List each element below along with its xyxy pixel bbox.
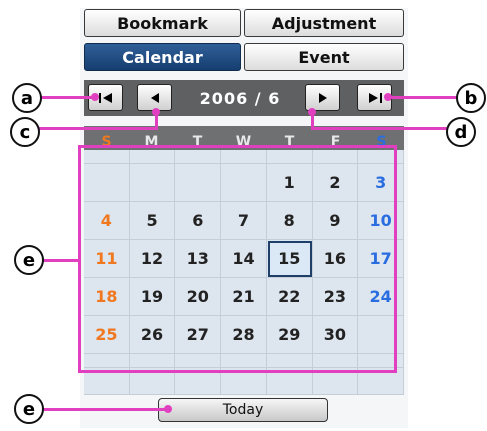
tab-adjustment[interactable]: Adjustment [244,9,404,37]
annotation-line [42,408,167,411]
annotation-line [311,127,448,130]
previous-month-button[interactable] [137,84,172,111]
year-month-display: 2006 / 6 [199,88,281,108]
triangle-right-icon [318,92,327,103]
today-button[interactable]: Today [158,398,328,422]
annotation-line [40,96,95,99]
skip-forward-icon [368,92,382,103]
annotation-highlight-box [78,145,397,373]
tab-bookmark[interactable]: Bookmark [84,9,241,37]
annotation-dot [91,93,99,101]
callout-c: c [10,117,40,147]
next-month-button[interactable] [305,84,340,111]
callout-d: d [446,117,476,147]
annotation-line [36,127,156,130]
tab-calendar[interactable]: Calendar [84,43,241,71]
callout-a: a [12,83,42,113]
skip-back-icon [98,92,112,103]
callout-e-grid: e [14,245,44,275]
callout-b: b [456,83,486,113]
annotation-line [388,96,461,99]
annotation-dot [308,108,316,116]
tab-event[interactable]: Event [244,43,404,71]
annotation-dot [152,108,160,116]
annotation-dot [384,93,392,101]
annotation-dot [164,405,172,413]
annotation-line [42,259,80,262]
callout-e-today: e [14,394,44,424]
triangle-left-icon [150,92,159,103]
